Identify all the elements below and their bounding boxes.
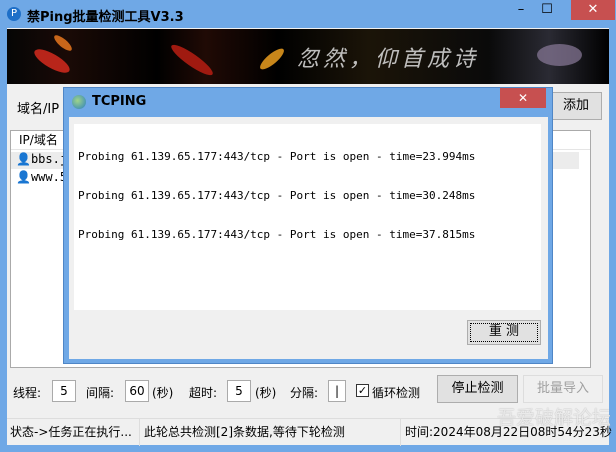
- dialog-body: Probing 61.139.65.177:443/tcp - Port is …: [69, 117, 548, 359]
- close-button[interactable]: ✕: [571, 0, 615, 20]
- timeout-label: 超时:: [189, 386, 218, 400]
- window-title: 禁Ping批量检测工具V3.3: [27, 10, 184, 25]
- retest-button[interactable]: 重 测: [467, 320, 541, 345]
- loop-checkbox[interactable]: ✓: [356, 384, 369, 397]
- status-state: 状态->任务正在执行...: [7, 419, 140, 446]
- timeout-input[interactable]: 5: [227, 380, 251, 402]
- threads-label: 线程:: [13, 386, 42, 400]
- output-line: Probing 61.139.65.177:443/tcp - Port is …: [78, 228, 476, 241]
- timeout-unit: (秒): [255, 386, 277, 400]
- interval-label: 间隔:: [86, 386, 115, 400]
- separator-input[interactable]: |: [328, 380, 346, 402]
- user-icon: 👤: [16, 170, 31, 184]
- domain-label: 域名/IP: [17, 102, 60, 117]
- status-info: 此轮总共检测[2]条数据,等待下轮检测: [141, 419, 401, 446]
- banner-image: 忽然，仰首成诗: [7, 29, 609, 84]
- banner-calligraphy: 忽然，仰首成诗: [297, 47, 480, 72]
- output-text-area[interactable]: Probing 61.139.65.177:443/tcp - Port is …: [74, 124, 541, 310]
- globe-icon: [72, 95, 86, 109]
- list-item-text: bbs.j: [30, 152, 68, 166]
- app-icon: P: [7, 7, 21, 21]
- tcping-dialog: TCPING ✕ Probing 61.139.65.177:443/tcp -…: [63, 87, 553, 364]
- dialog-title: TCPING: [92, 94, 147, 109]
- separator-label: 分隔:: [290, 386, 319, 400]
- title-bar: P 禁Ping批量检测工具V3.3 – ☐ ✕: [0, 0, 616, 28]
- interval-input[interactable]: 60: [125, 380, 149, 402]
- user-icon: 👤: [16, 152, 31, 166]
- stop-button[interactable]: 停止检测: [437, 375, 518, 403]
- list-item-text: www.5: [30, 170, 68, 184]
- loop-label: 循环检测: [372, 386, 421, 400]
- maximize-button[interactable]: ☐: [534, 0, 560, 20]
- batch-import-button[interactable]: 批量导入: [523, 375, 603, 403]
- threads-input[interactable]: 5: [52, 380, 76, 402]
- interval-unit: (秒): [152, 386, 174, 400]
- watermark: 吾爱破解论坛: [497, 407, 612, 429]
- minimize-button[interactable]: –: [508, 0, 534, 20]
- dialog-close-button[interactable]: ✕: [500, 88, 546, 108]
- output-line: Probing 61.139.65.177:443/tcp - Port is …: [78, 189, 476, 202]
- add-button[interactable]: 添加: [550, 92, 602, 120]
- output-line: Probing 61.139.65.177:443/tcp - Port is …: [78, 150, 476, 163]
